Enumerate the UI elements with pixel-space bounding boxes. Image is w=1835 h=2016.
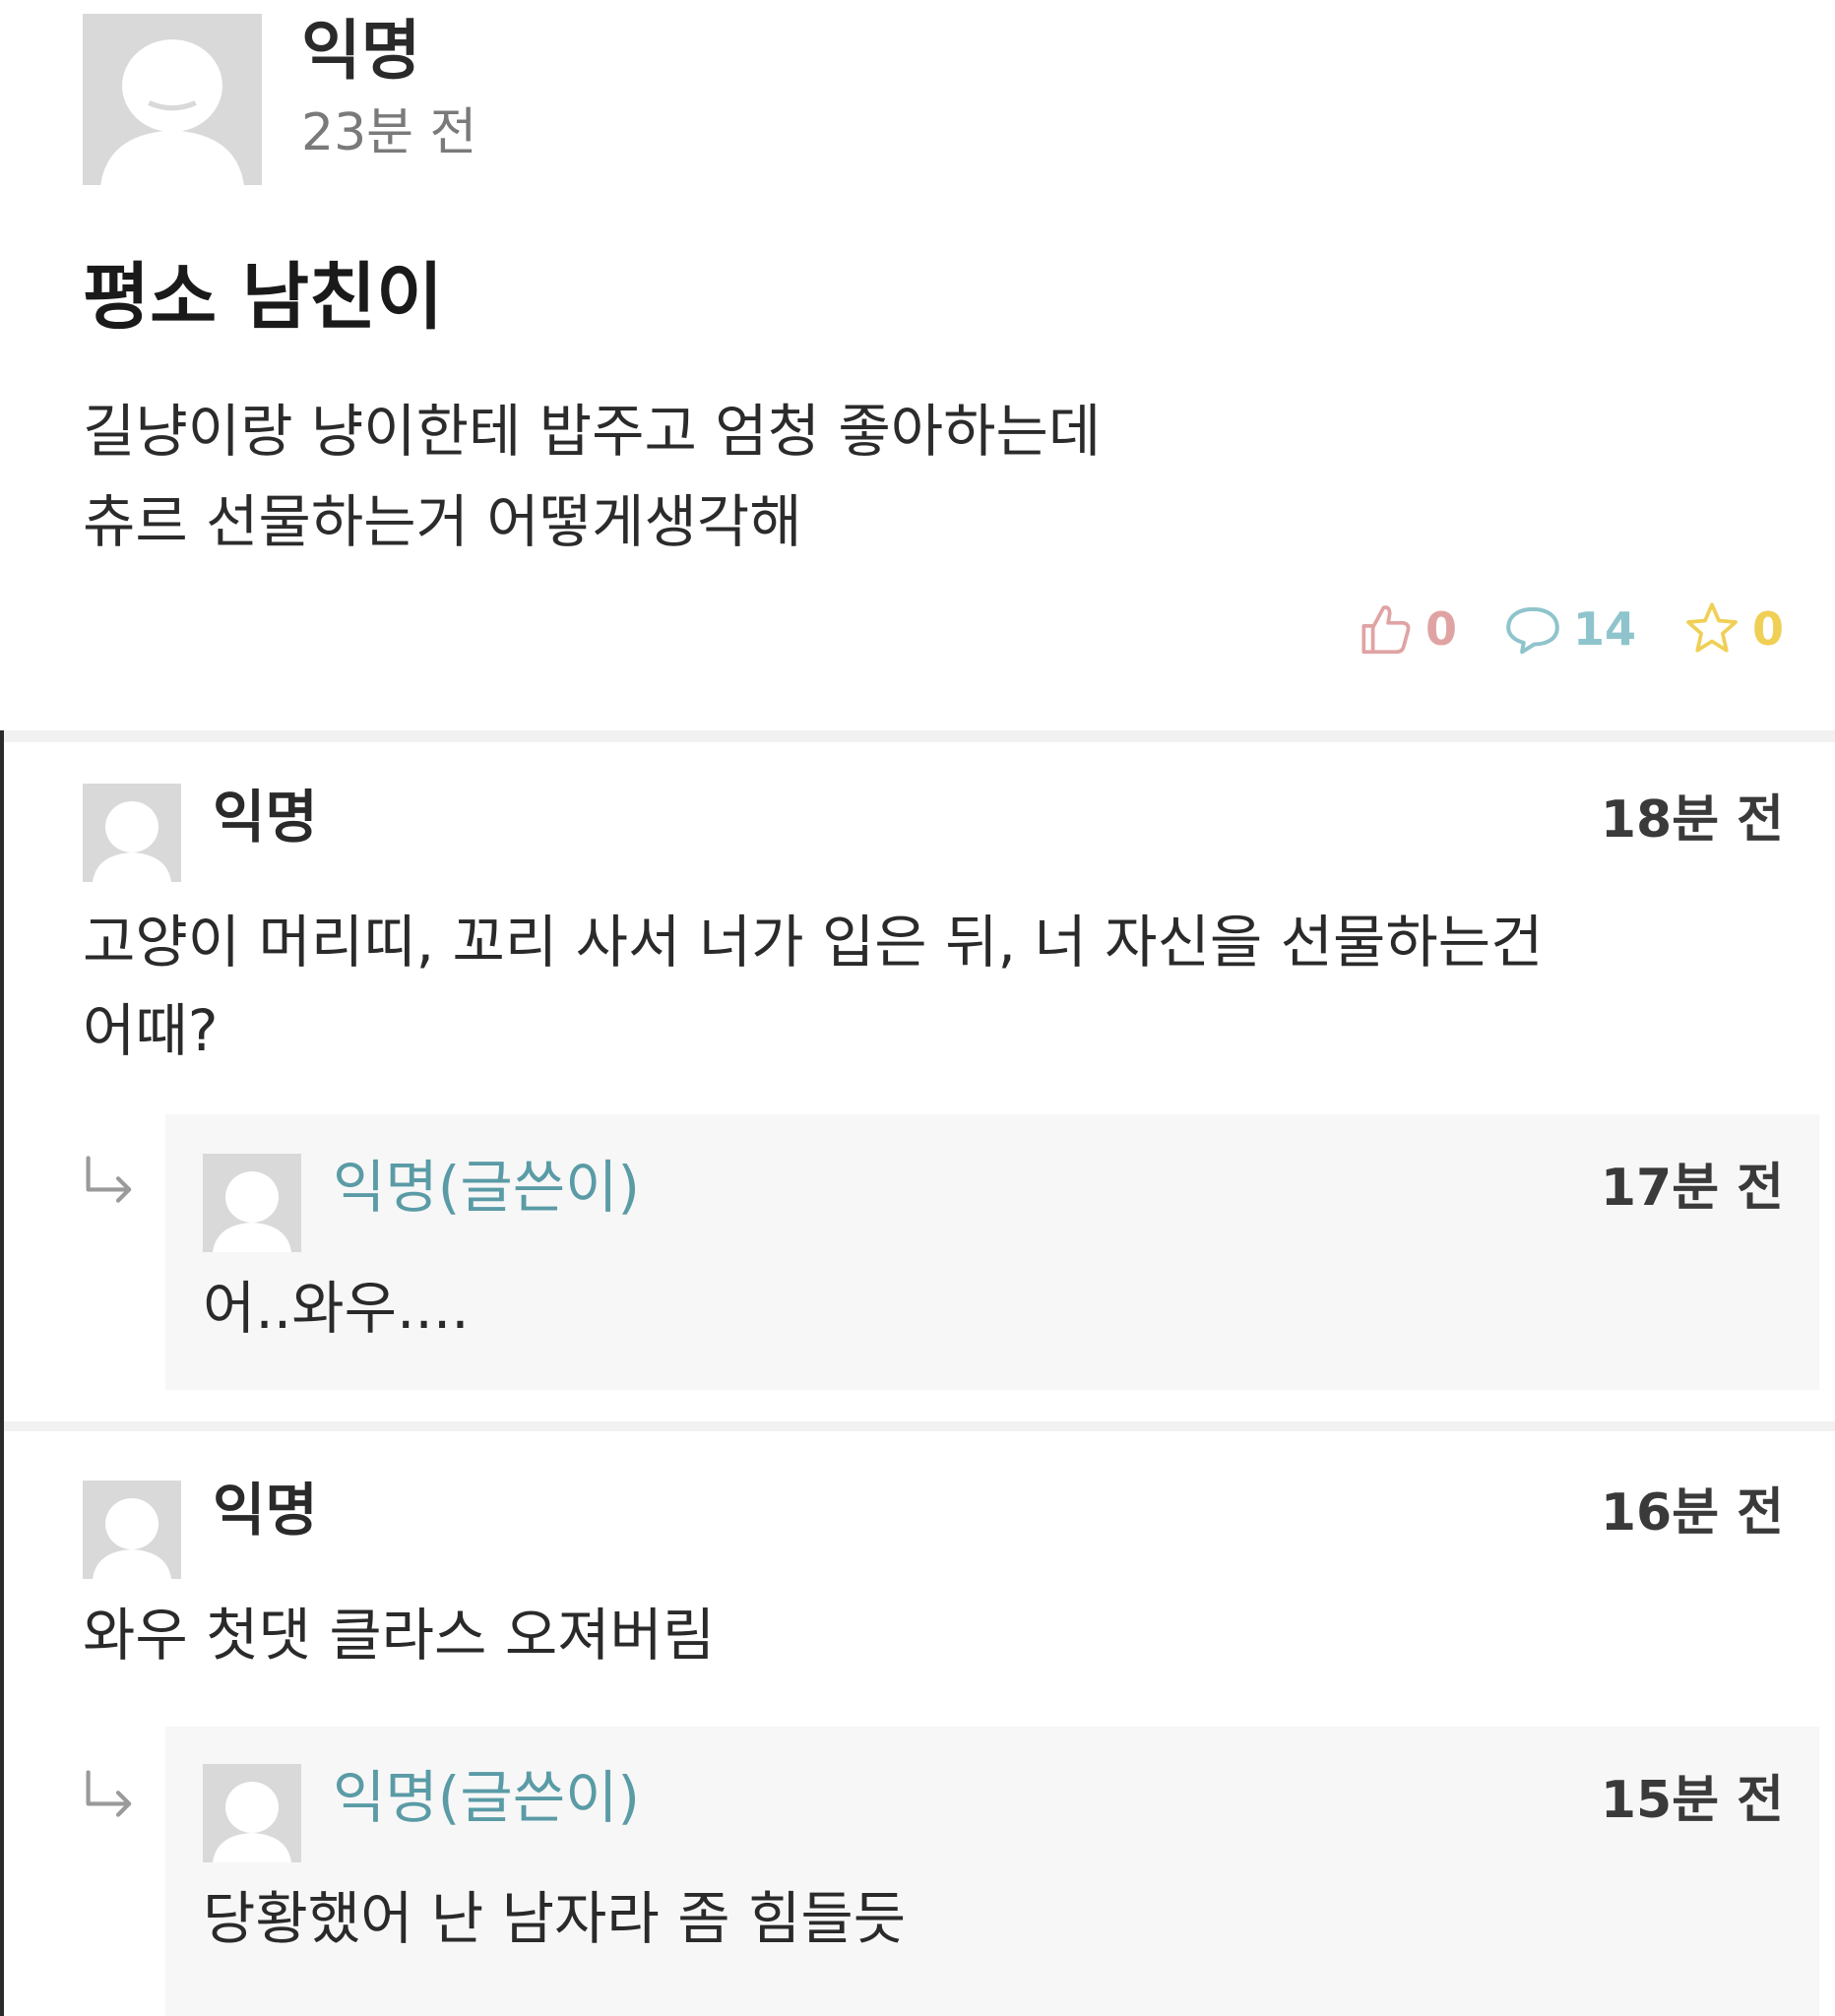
comment-text-line: 어때? bbox=[83, 997, 219, 1064]
comment: 익명 16분 전 와우 첫댓 클라스 오져버림 익명(글쓴이) 15분 전 당황… bbox=[0, 1431, 1835, 2016]
speech-bubble-icon bbox=[1502, 598, 1563, 660]
section-divider bbox=[4, 730, 1835, 742]
reply-text: 당황했어 난 남자라 좀 힘들듯 bbox=[203, 1885, 907, 1952]
default-profile-icon[interactable] bbox=[203, 1154, 301, 1252]
reply-author-writer[interactable]: 익명(글쓴이) bbox=[333, 1148, 640, 1227]
comment-text-line: 와우 첫댓 클라스 오져버림 bbox=[83, 1602, 716, 1669]
comment-text-line: 고양이 머리띠, 꼬리 사서 너가 입은 뒤, 너 자신을 선물하는건 bbox=[83, 909, 1544, 976]
like-button[interactable]: 0 bbox=[1355, 598, 1457, 660]
reply-author-writer[interactable]: 익명(글쓴이) bbox=[333, 1758, 640, 1837]
reply-arrow-icon bbox=[79, 1152, 142, 1215]
scrap-count: 0 bbox=[1751, 602, 1784, 656]
comment-text: 와우 첫댓 클라스 오져버림 bbox=[83, 1591, 715, 1679]
default-profile-icon[interactable] bbox=[83, 1480, 181, 1579]
post-body-line: 길냥이랑 냥이한테 밥주고 엄청 좋아하는데 bbox=[83, 398, 1102, 465]
default-profile-icon[interactable] bbox=[203, 1764, 301, 1862]
star-icon bbox=[1681, 598, 1742, 660]
scrap-button[interactable]: 0 bbox=[1681, 598, 1784, 660]
section-divider bbox=[4, 1421, 1835, 1431]
post-author[interactable]: 익명 bbox=[301, 10, 420, 93]
post-timestamp: 23분 전 bbox=[301, 103, 477, 162]
default-profile-icon[interactable] bbox=[83, 14, 262, 185]
post-title: 평소 남친이 bbox=[83, 255, 444, 340]
reply-text: 어..와우.... bbox=[203, 1275, 470, 1342]
comment-author[interactable]: 익명 bbox=[213, 1471, 318, 1549]
like-count: 0 bbox=[1424, 602, 1457, 656]
thumbs-up-icon bbox=[1355, 598, 1416, 660]
post-body: 길냥이랑 냥이한테 밥주고 엄청 좋아하는데 츄르 선물하는거 어떻게생각해 bbox=[83, 386, 1756, 567]
reply: 익명(글쓴이) 17분 전 어..와우.... bbox=[165, 1114, 1819, 1390]
comment-timestamp: 16분 전 bbox=[1600, 1483, 1784, 1543]
reply-timestamp: 15분 전 bbox=[1600, 1771, 1784, 1830]
reply-arrow-icon bbox=[79, 1766, 142, 1829]
post: 익명 23분 전 평소 남친이 길냥이랑 냥이한테 밥주고 엄청 좋아하는데 츄… bbox=[0, 0, 1835, 730]
reply-timestamp: 17분 전 bbox=[1600, 1159, 1784, 1218]
default-profile-icon[interactable] bbox=[83, 784, 181, 882]
comment-author[interactable]: 익명 bbox=[213, 778, 318, 856]
post-stats: 0 14 0 bbox=[1309, 595, 1784, 663]
post-body-line: 츄르 선물하는거 어떻게생각해 bbox=[83, 488, 802, 555]
comment-count: 14 bbox=[1572, 602, 1636, 656]
comment-count-button[interactable]: 14 bbox=[1502, 598, 1636, 660]
comment: 익명 18분 전 고양이 머리띠, 꼬리 사서 너가 입은 뒤, 너 자신을 선… bbox=[0, 742, 1835, 1421]
reply: 익명(글쓴이) 15분 전 당황했어 난 남자라 좀 힘들듯 bbox=[165, 1727, 1819, 2016]
comment-text: 고양이 머리띠, 꼬리 사서 너가 입은 뒤, 너 자신을 선물하는건 어때? bbox=[83, 898, 1543, 1075]
comment-timestamp: 18분 전 bbox=[1600, 790, 1784, 850]
